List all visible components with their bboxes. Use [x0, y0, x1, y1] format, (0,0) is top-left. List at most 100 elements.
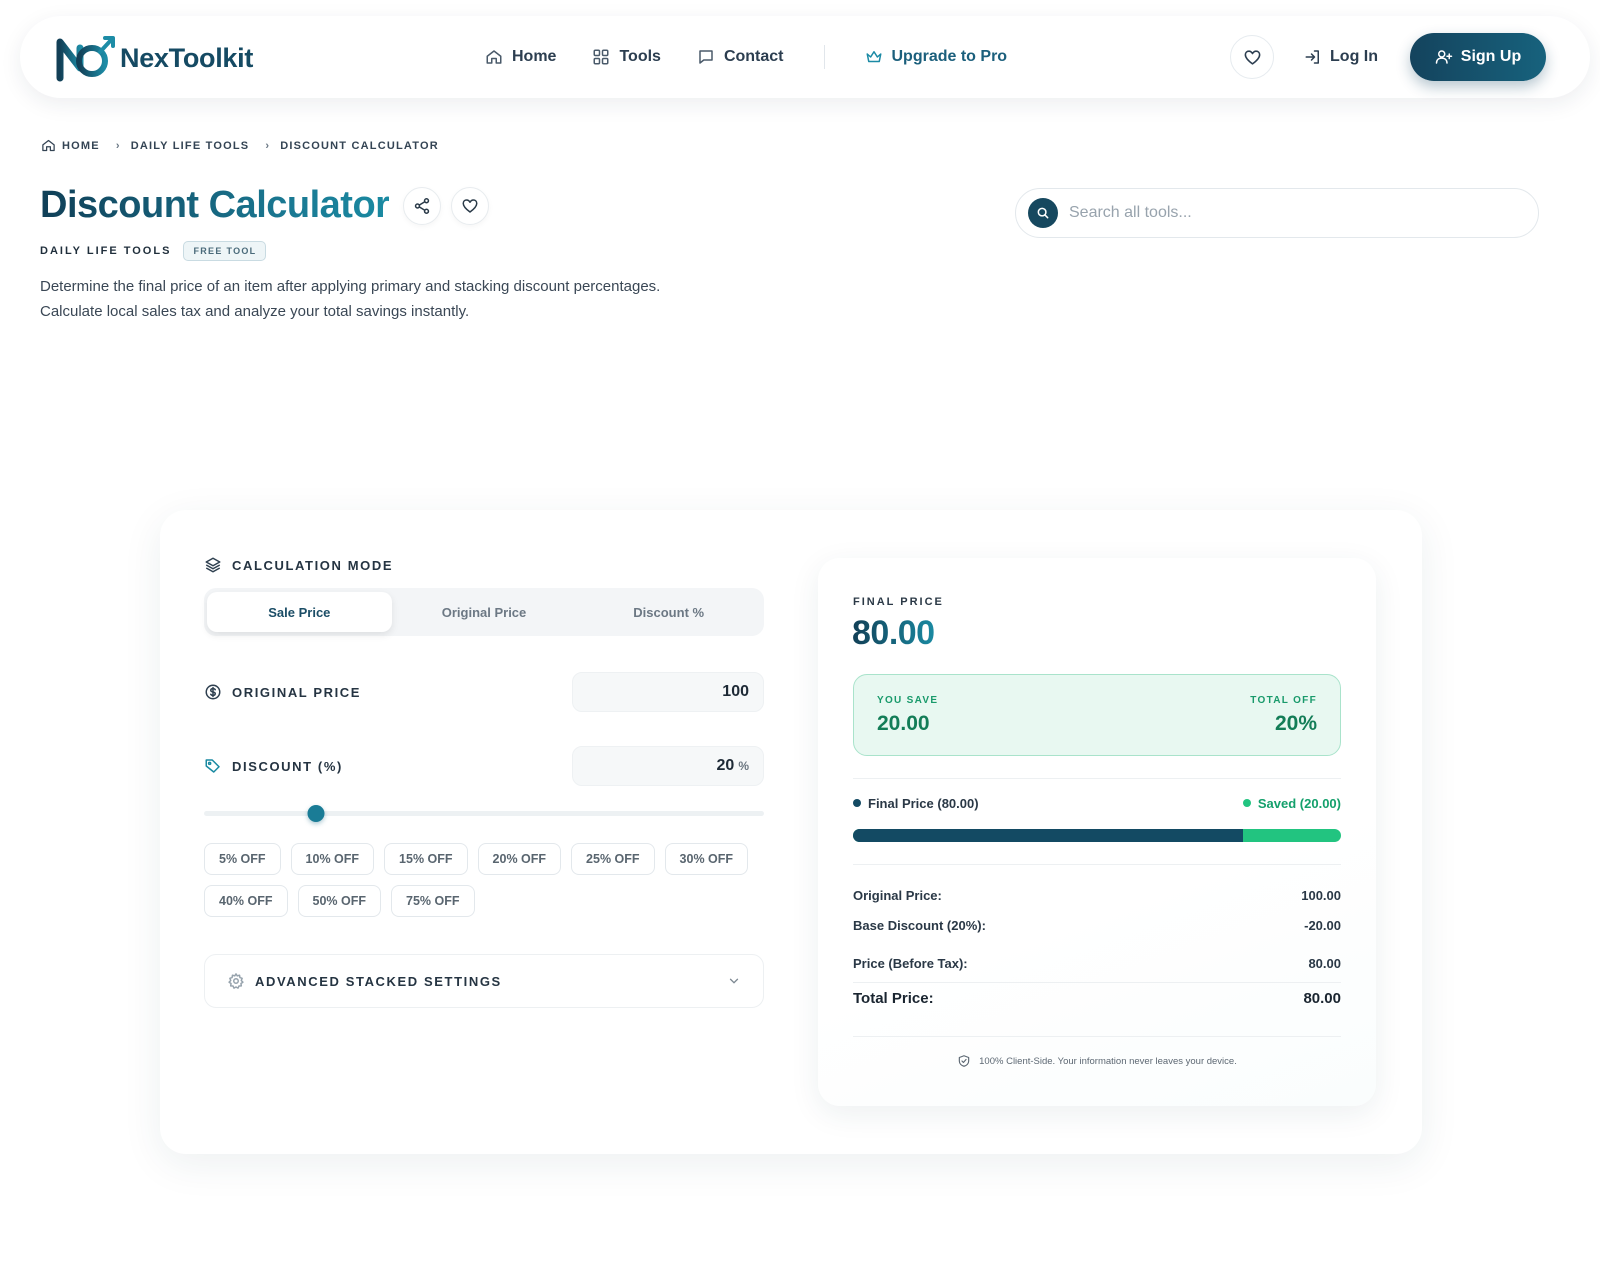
breakdown-label: Original Price: [853, 887, 942, 903]
title-row: Discount Calculator [40, 184, 490, 227]
final-price-value: 80.00 [852, 614, 935, 652]
favorites-button[interactable] [1230, 35, 1275, 79]
result-panel: FINAL PRICE 80.00 YOU SAVE 20.00 TOTAL O… [818, 558, 1376, 1106]
discount-input[interactable] [604, 757, 735, 775]
login-icon [1304, 48, 1322, 66]
preset-30-off[interactable]: 30% OFF [664, 843, 749, 875]
search-icon[interactable] [1028, 198, 1058, 228]
nav-home[interactable]: Home [485, 48, 556, 66]
discount-label: DISCOUNT (%) [204, 757, 343, 775]
advanced-settings-toggle[interactable]: ADVANCED STACKED SETTINGS [204, 954, 764, 1008]
slider-thumb[interactable] [307, 805, 325, 822]
free-tool-badge: FREE TOOL [183, 241, 267, 261]
tag-icon [204, 757, 222, 775]
grid-icon [592, 48, 610, 66]
original-price-input[interactable] [619, 683, 749, 701]
original-price-box [572, 672, 764, 712]
shield-check-icon [957, 1054, 971, 1068]
login-label: Log In [1330, 48, 1378, 65]
nav-upgrade-label: Upgrade to Pro [891, 48, 1008, 65]
legend-final-price: Final Price (80.00) [853, 796, 979, 811]
tool-meta: DAILY LIFE TOOLS FREE TOOL [40, 241, 267, 261]
nav-upgrade-pro[interactable]: Upgrade to Pro [865, 48, 1008, 66]
divider [853, 982, 1341, 983]
preset-15-off[interactable]: 15% OFF [384, 843, 468, 875]
brand-logo[interactable]: NexToolkit [56, 34, 253, 82]
tab-sale-price[interactable]: Sale Price [207, 592, 392, 632]
legend-saved-text: Saved (20.00) [1257, 796, 1341, 811]
total-price-label: Total Price: [853, 990, 934, 1007]
calculation-mode-text: CALCULATION MODE [232, 557, 394, 573]
layers-icon [204, 556, 222, 574]
favorite-tool-button[interactable] [451, 186, 490, 225]
login-button[interactable]: Log In [1304, 48, 1378, 66]
crown-icon [865, 48, 883, 66]
tab-discount-percent[interactable]: Discount % [576, 592, 761, 632]
preset-50-off[interactable]: 50% OFF [297, 885, 381, 917]
breadcrumb-home[interactable]: HOME [41, 138, 100, 153]
mode-tabs: Sale Price Original Price Discount % [204, 588, 764, 636]
savings-summary: YOU SAVE 20.00 TOTAL OFF 20% [853, 674, 1341, 756]
preset-20-off[interactable]: 20% OFF [477, 843, 562, 875]
breakdown-value: -20.00 [1304, 917, 1341, 933]
nav-contact[interactable]: Contact [697, 48, 784, 66]
signup-button[interactable]: Sign Up [1410, 33, 1546, 81]
page-title: Discount Calculator [40, 184, 390, 226]
price-breakdown-bar [853, 829, 1341, 842]
main-nav: Home Tools Contact Upgrade to Pro [485, 16, 1043, 98]
tool-search [1015, 188, 1539, 238]
nav-contact-label: Contact [723, 48, 784, 65]
breadcrumb-home-label: HOME [62, 139, 100, 152]
header-actions: Log In Sign Up [1230, 16, 1546, 98]
calculation-mode-label: CALCULATION MODE [204, 556, 393, 574]
breakdown-row-original: Original Price: 100.00 [853, 880, 1341, 910]
tool-description: Determine the final price of an item aft… [40, 274, 780, 324]
percent-unit: % [738, 759, 749, 773]
search-input[interactable] [1069, 204, 1489, 222]
price-breakdown: Original Price: 100.00 Base Discount (20… [853, 880, 1341, 978]
description-line-1: Determine the final price of an item aft… [40, 278, 661, 295]
legend-saved: Saved (20.00) [1242, 796, 1341, 811]
share-icon [413, 197, 431, 215]
share-button[interactable] [403, 186, 442, 225]
discount-slider[interactable] [204, 804, 764, 822]
legend-final-text: Final Price (80.00) [868, 796, 979, 811]
price-legend: Final Price (80.00) Saved (20.00) [853, 796, 1341, 811]
breakdown-row-discount: Base Discount (20%): -20.00 [853, 910, 1341, 940]
preset-75-off[interactable]: 75% OFF [391, 885, 475, 917]
breadcrumb-category-label: DAILY LIFE TOOLS [130, 139, 250, 152]
preset-40-off[interactable]: 40% OFF [204, 885, 288, 917]
breakdown-label: Base Discount (20%): [853, 917, 986, 933]
breakdown-value: 100.00 [1301, 887, 1341, 903]
nav-divider [823, 45, 825, 69]
nav-home-label: Home [512, 48, 557, 65]
heart-icon [461, 197, 479, 215]
privacy-text: 100% Client-Side. Your information never… [979, 1055, 1237, 1067]
total-price-row: Total Price: 80.00 [853, 990, 1341, 1007]
final-price-bar-fill [853, 829, 1244, 842]
brand-name: NexToolkit [120, 42, 254, 73]
user-plus-icon [1435, 48, 1453, 66]
nav-tools[interactable]: Tools [592, 48, 661, 66]
breadcrumb-current: DISCOUNT CALCULATOR [280, 140, 439, 152]
original-price-text: ORIGINAL PRICE [232, 684, 362, 700]
breadcrumb-current-label: DISCOUNT CALCULATOR [280, 139, 439, 152]
discount-row: DISCOUNT (%) % [204, 746, 764, 786]
preset-5-off[interactable]: 5% OFF [204, 843, 281, 875]
discount-box: % [572, 746, 764, 786]
privacy-note: 100% Client-Side. Your information never… [853, 1054, 1341, 1068]
signup-label: Sign Up [1460, 48, 1522, 65]
dollar-circle-icon [204, 683, 222, 701]
gear-icon [227, 972, 245, 990]
preset-25-off[interactable]: 25% OFF [571, 843, 655, 875]
advanced-settings-text: ADVANCED STACKED SETTINGS [255, 973, 502, 989]
breadcrumb-category[interactable]: DAILY LIFE TOOLS [131, 140, 250, 152]
breakdown-label: Price (Before Tax): [853, 955, 968, 971]
breakdown-row-before-tax: Price (Before Tax): 80.00 [853, 948, 1341, 978]
original-price-label: ORIGINAL PRICE [204, 683, 361, 701]
tab-original-price[interactable]: Original Price [392, 592, 577, 632]
preset-10-off[interactable]: 10% OFF [290, 843, 375, 875]
total-price-value: 80.00 [1303, 990, 1341, 1007]
total-off-label: TOTAL OFF [1250, 695, 1317, 706]
slider-track [204, 811, 764, 816]
